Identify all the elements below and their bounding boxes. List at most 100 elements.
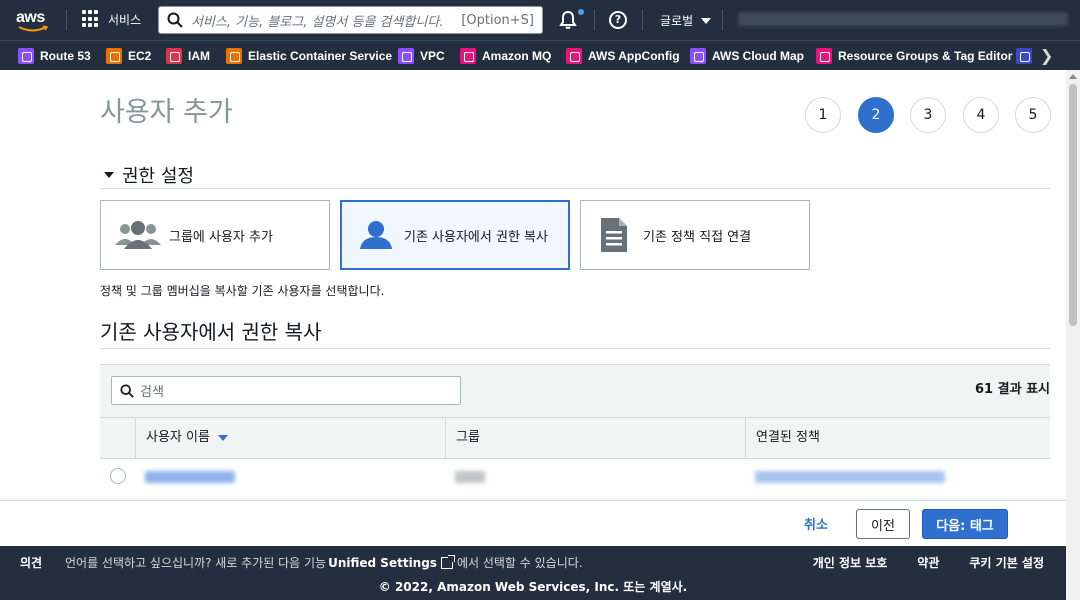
column-label: 그룹 xyxy=(456,430,480,445)
scrollbar-thumb[interactable] xyxy=(1069,84,1077,326)
search-icon xyxy=(120,383,134,398)
aws-smile-icon xyxy=(18,25,48,32)
page-title: 사용자 추가 xyxy=(100,97,233,128)
chevron-right-icon[interactable]: ❯ xyxy=(1040,46,1053,65)
username-redacted[interactable] xyxy=(145,471,235,483)
option-label: 그룹에 사용자 추가 xyxy=(169,229,273,245)
nav-divider xyxy=(722,10,723,30)
option-label: 기존 정책 직접 연결 xyxy=(643,229,752,245)
wizard-action-bar: 취소 이전 다음: 태그 xyxy=(0,500,1066,546)
region-label: 글로벌 xyxy=(660,14,694,28)
document-icon xyxy=(601,218,627,252)
favorite-route53[interactable]: Route 53 xyxy=(18,48,91,64)
favorite-label: Route 53 xyxy=(40,49,91,63)
external-link-icon xyxy=(440,554,455,569)
divider xyxy=(100,188,1050,189)
favorite-label: AWS Cloud Map xyxy=(712,49,804,63)
next-tags-button[interactable]: 다음: 태그 xyxy=(922,509,1008,539)
step-4[interactable]: 4 xyxy=(963,97,999,133)
console-footer: 의견 언어를 선택하고 싶으십니까? 새로 추가된 다음 기능 Unified … xyxy=(0,546,1080,600)
step-2-current: 2 xyxy=(858,97,894,133)
section-title: 권한 설정 xyxy=(122,166,194,187)
step-1[interactable]: 1 xyxy=(805,97,841,133)
search-placeholder: 서비스, 기능, 블로그, 설명서 등을 검색합니다. xyxy=(191,14,444,30)
ecs-icon xyxy=(226,48,242,64)
policies-redacted[interactable] xyxy=(755,471,945,483)
unified-settings-link[interactable]: Unified Settings xyxy=(328,556,437,570)
copy-section-title: 기존 사용자에서 권한 복사 xyxy=(100,320,322,344)
option-attach-policy[interactable]: 기존 정책 직접 연결 xyxy=(580,200,810,270)
region-selector[interactable]: 글로벌 xyxy=(660,12,712,29)
aws-logo-text: aws xyxy=(16,9,45,26)
column-header-groups[interactable]: 그룹 xyxy=(445,418,745,458)
grid-menu-icon xyxy=(82,10,100,28)
terms-link[interactable]: 약관 xyxy=(917,554,939,571)
favorite-ec2[interactable]: EC2 xyxy=(106,48,151,64)
top-navigation: aws 서비스 서비스, 기능, 블로그, 설명서 등을 검색합니다. [Opt… xyxy=(0,0,1080,40)
column-header-policies[interactable]: 연결된 정책 xyxy=(745,418,1050,458)
search-shortcut: [Option+S] xyxy=(461,12,534,28)
favorite-ecs[interactable]: Elastic Container Service xyxy=(226,48,392,64)
privacy-link[interactable]: 개인 정보 보호 xyxy=(813,554,888,571)
favorite-label: Resource Groups & Tag Editor xyxy=(838,49,1013,63)
resource-groups-icon xyxy=(816,48,832,64)
user-icon xyxy=(360,221,392,249)
favorite-label: AWS AppConfig xyxy=(588,49,680,63)
favorite-vpc[interactable]: VPC xyxy=(398,48,445,64)
services-menu-button[interactable]: 서비스 xyxy=(82,10,141,28)
vpc-icon xyxy=(398,48,414,64)
step-3[interactable]: 3 xyxy=(910,97,946,133)
favorite-amazon-mq[interactable]: Amazon MQ xyxy=(460,48,551,64)
message-prefix: 언어를 선택하고 싶으십니까? 새로 추가된 다음 기능 xyxy=(65,556,327,570)
option-add-to-group[interactable]: 그룹에 사용자 추가 xyxy=(100,200,330,270)
option-label: 기존 사용자에서 권한 복사 xyxy=(404,229,548,245)
column-label: 연결된 정책 xyxy=(756,430,820,445)
column-label: 사용자 이름 xyxy=(146,430,210,445)
feedback-link[interactable]: 의견 xyxy=(20,554,42,571)
appconfig-icon xyxy=(566,48,582,64)
group-icon xyxy=(115,221,161,249)
copyright: © 2022, Amazon Web Services, Inc. 또는 계열사… xyxy=(378,580,688,594)
cancel-button[interactable]: 취소 xyxy=(804,514,828,533)
service-icon xyxy=(1016,48,1032,64)
search-placeholder: 검색 xyxy=(140,385,164,400)
sort-descending-icon xyxy=(217,435,228,441)
favorite-cloud-map[interactable]: AWS Cloud Map xyxy=(690,48,804,64)
permissions-description: 정책 및 그룹 멤버십을 복사할 기존 사용자를 선택합니다. xyxy=(100,284,385,298)
row-select-radio[interactable] xyxy=(110,468,126,484)
cookie-preferences-link[interactable]: 쿠키 기본 설정 xyxy=(969,554,1044,571)
favorite-appconfig[interactable]: AWS AppConfig xyxy=(566,48,680,64)
favorite-label: Amazon MQ xyxy=(482,49,552,63)
language-message: 언어를 선택하고 싶으십니까? 새로 추가된 다음 기능 Unified Set… xyxy=(65,554,583,571)
favorite-iam[interactable]: IAM xyxy=(166,48,210,64)
divider xyxy=(100,348,1050,349)
nav-divider xyxy=(642,10,643,30)
ec2-icon xyxy=(106,48,122,64)
footer-links: 개인 정보 보호 약관 쿠키 기본 설정 xyxy=(813,554,1044,571)
cloud-map-icon xyxy=(690,48,706,64)
option-copy-from-user[interactable]: 기존 사용자에서 권한 복사 xyxy=(340,200,570,270)
favorite-label: IAM xyxy=(188,49,210,63)
favorite-overflow[interactable] xyxy=(1016,48,1032,64)
help-icon[interactable]: ? xyxy=(609,11,627,29)
nav-divider xyxy=(66,10,67,30)
aws-logo[interactable]: aws xyxy=(16,7,52,33)
scroll-up-icon[interactable] xyxy=(1069,74,1077,79)
favorites-bar: Route 53 EC2 IAM Elastic Container Servi… xyxy=(0,40,1080,70)
favorite-label: Elastic Container Service xyxy=(248,49,393,63)
bell-icon[interactable] xyxy=(558,10,578,30)
message-suffix: 에서 선택할 수 있습니다. xyxy=(456,556,583,570)
favorite-label: EC2 xyxy=(128,49,152,63)
table-row[interactable] xyxy=(100,459,1050,501)
column-header-username[interactable]: 사용자 이름 xyxy=(135,418,445,458)
previous-button[interactable]: 이전 xyxy=(856,509,910,539)
favorite-resource-groups[interactable]: Resource Groups & Tag Editor xyxy=(816,48,1012,64)
permissions-section-toggle[interactable]: 권한 설정 xyxy=(104,162,194,188)
step-5[interactable]: 5 xyxy=(1015,97,1051,133)
user-search-input[interactable]: 검색 xyxy=(111,376,461,405)
account-menu-redacted[interactable] xyxy=(738,12,1068,26)
groups-redacted xyxy=(455,471,485,483)
page-scrollbar[interactable] xyxy=(1066,70,1080,600)
global-search-input[interactable]: 서비스, 기능, 블로그, 설명서 등을 검색합니다. [Option+S] xyxy=(158,6,543,34)
services-label: 서비스 xyxy=(108,12,142,27)
